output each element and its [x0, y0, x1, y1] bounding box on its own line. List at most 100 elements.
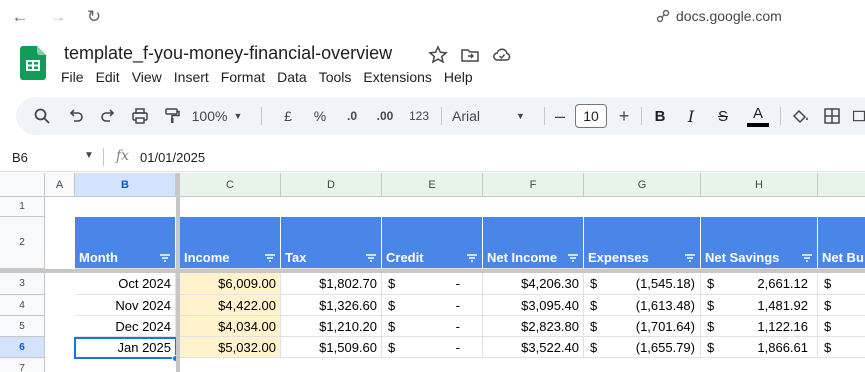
column-header-a[interactable]: A: [45, 173, 75, 197]
menu-insert[interactable]: Insert: [168, 67, 215, 87]
row-header-3[interactable]: 3: [0, 273, 45, 295]
chevron-down-icon[interactable]: ▼: [84, 150, 94, 161]
net-savings-cell[interactable]: $2,661.12: [701, 273, 818, 295]
row-header-4[interactable]: 4: [0, 295, 45, 316]
header-cell-net-budget[interactable]: Net Bu: [818, 217, 865, 269]
strikethrough-button[interactable]: S: [713, 97, 733, 135]
expenses-cell[interactable]: $ (1,701.64): [584, 316, 701, 337]
borders-icon[interactable]: [820, 97, 844, 135]
row-header-6[interactable]: 6: [0, 337, 45, 358]
font-select[interactable]: Arial ▼: [452, 97, 534, 135]
merge-cells-icon[interactable]: [852, 97, 865, 135]
sheets-logo-icon[interactable]: [20, 46, 46, 80]
name-box[interactable]: B6: [12, 150, 28, 165]
row-header-2[interactable]: 2: [0, 217, 45, 269]
credit-cell[interactable]: $ -: [382, 273, 483, 295]
net-budget-cell[interactable]: $: [818, 316, 865, 337]
forward-arrow-icon[interactable]: →: [48, 7, 68, 27]
credit-cell[interactable]: $ -: [382, 295, 483, 316]
filter-icon[interactable]: [567, 253, 579, 263]
month-cell[interactable]: Nov 2024: [75, 295, 176, 316]
decrease-font-size-button[interactable]: –: [552, 97, 568, 135]
net-savings-cell[interactable]: $1,122.16: [701, 316, 818, 337]
filter-icon[interactable]: [365, 253, 377, 263]
income-cell[interactable]: $5,032.00: [180, 337, 281, 358]
month-cell[interactable]: Oct 2024: [75, 273, 176, 295]
row-header-5[interactable]: 5: [0, 316, 45, 337]
select-all-corner[interactable]: [0, 173, 45, 197]
menu-view[interactable]: View: [126, 67, 168, 87]
paint-format-icon[interactable]: [160, 97, 184, 135]
net-savings-cell[interactable]: $1,866.61: [701, 337, 818, 358]
reload-icon[interactable]: ↻: [84, 7, 104, 27]
expenses-cell[interactable]: $ (1,613.48): [584, 295, 701, 316]
active-cell-selection[interactable]: [74, 337, 177, 359]
income-cell[interactable]: $4,034.00: [180, 316, 281, 337]
increase-decimal-button[interactable]: .00: [372, 97, 398, 135]
redo-icon[interactable]: [96, 97, 120, 135]
italic-button[interactable]: I: [681, 97, 701, 135]
format-currency-button[interactable]: £: [278, 97, 298, 135]
header-cell-net-savings[interactable]: Net Savings: [701, 217, 818, 269]
expenses-cell[interactable]: $ (1,655.79): [584, 337, 701, 358]
back-arrow-icon[interactable]: ←: [10, 7, 30, 27]
menu-format[interactable]: Format: [215, 67, 271, 87]
bold-button[interactable]: B: [650, 97, 670, 135]
menu-help[interactable]: Help: [438, 67, 479, 87]
column-header-d[interactable]: D: [281, 173, 382, 197]
column-header-g[interactable]: G: [584, 173, 701, 197]
increase-font-size-button[interactable]: +: [614, 97, 634, 135]
tax-cell[interactable]: $1,210.20: [281, 316, 382, 337]
net-savings-cell[interactable]: $1,481.92: [701, 295, 818, 316]
frozen-columns-divider[interactable]: [176, 173, 180, 372]
formula-input[interactable]: 01/01/2025: [140, 150, 205, 165]
move-folder-icon[interactable]: [460, 45, 480, 65]
header-cell-income[interactable]: Income: [180, 217, 281, 269]
column-header-c[interactable]: C: [180, 173, 281, 197]
net-income-cell[interactable]: $4,206.30: [483, 273, 584, 295]
column-header-i[interactable]: [818, 173, 865, 197]
fill-color-icon[interactable]: [788, 97, 812, 135]
format-percent-button[interactable]: %: [310, 97, 330, 135]
search-menus-icon[interactable]: [30, 97, 54, 135]
header-cell-credit[interactable]: Credit: [382, 217, 483, 269]
menu-data[interactable]: Data: [271, 67, 313, 87]
net-budget-cell[interactable]: $: [818, 295, 865, 316]
menu-file[interactable]: File: [55, 67, 90, 87]
column-header-e[interactable]: E: [382, 173, 483, 197]
row-header-1[interactable]: 1: [0, 197, 45, 217]
credit-cell[interactable]: $ -: [382, 337, 483, 358]
row-header-7[interactable]: 7: [0, 358, 45, 372]
filter-icon[interactable]: [801, 253, 813, 263]
address-bar[interactable]: docs.google.com: [656, 8, 782, 24]
print-icon[interactable]: [128, 97, 152, 135]
text-color-button[interactable]: A: [745, 97, 771, 135]
filter-icon[interactable]: [684, 253, 696, 263]
tax-cell[interactable]: $1,802.70: [281, 273, 382, 295]
header-cell-expenses[interactable]: Expenses: [584, 217, 701, 269]
filter-icon[interactable]: [264, 253, 276, 263]
net-income-cell[interactable]: $2,823.80: [483, 316, 584, 337]
column-header-b[interactable]: B: [75, 173, 176, 197]
decrease-decimal-button[interactable]: .0: [340, 97, 364, 135]
star-icon[interactable]: [428, 45, 448, 65]
font-size-input[interactable]: 10: [574, 97, 608, 135]
frozen-rows-divider[interactable]: [0, 269, 865, 273]
expenses-cell[interactable]: $ (1,545.18): [584, 273, 701, 295]
net-income-cell[interactable]: $3,095.40: [483, 295, 584, 316]
credit-cell[interactable]: $ -: [382, 316, 483, 337]
header-cell-tax[interactable]: Tax: [281, 217, 382, 269]
tax-cell[interactable]: $1,326.60: [281, 295, 382, 316]
net-income-cell[interactable]: $3,522.40: [483, 337, 584, 358]
menu-tools[interactable]: Tools: [313, 67, 358, 87]
filter-icon[interactable]: [159, 253, 171, 263]
menu-edit[interactable]: Edit: [90, 67, 126, 87]
net-budget-cell[interactable]: $: [818, 337, 865, 358]
header-cell-month[interactable]: Month: [75, 217, 176, 269]
more-formats-button[interactable]: 123: [406, 97, 432, 135]
column-header-f[interactable]: F: [483, 173, 584, 197]
document-title[interactable]: template_f-you-money-financial-overview: [64, 43, 392, 64]
header-cell-net-income[interactable]: Net Income: [483, 217, 584, 269]
column-header-h[interactable]: H: [701, 173, 818, 197]
income-cell[interactable]: $6,009.00: [180, 273, 281, 295]
